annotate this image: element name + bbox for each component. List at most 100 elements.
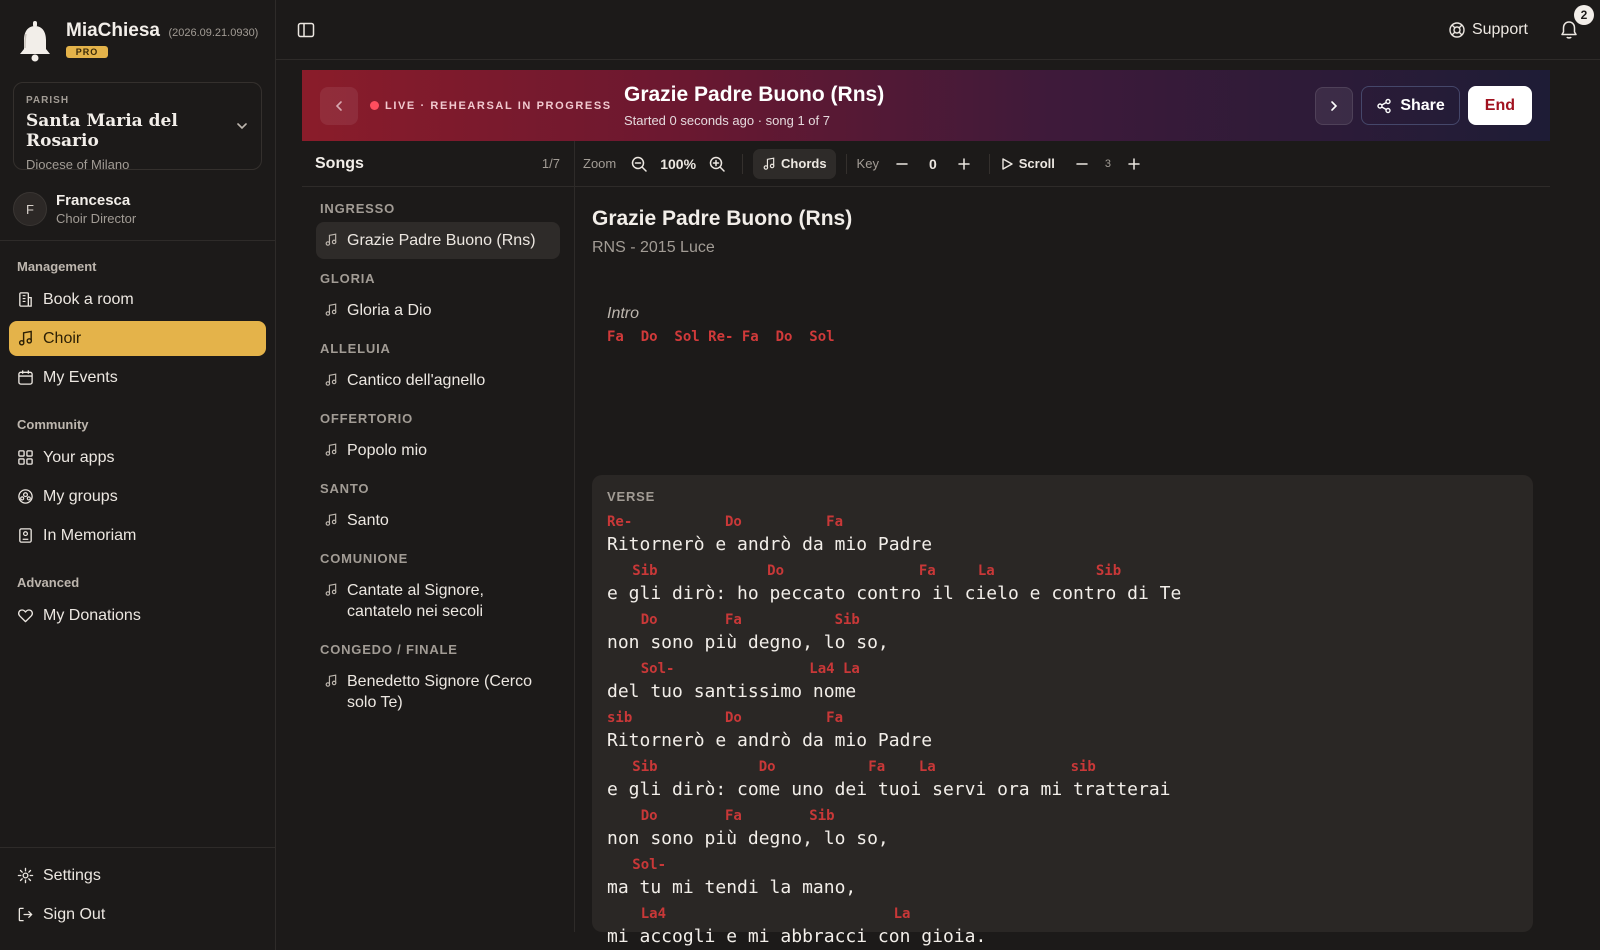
song-group-heading: SANTO [320, 481, 370, 496]
sidebar-toggle-icon[interactable] [296, 20, 316, 40]
nav-item-in-memoriam[interactable]: In Memoriam [9, 518, 266, 553]
chevron-right-icon [1331, 100, 1338, 111]
key-down-icon[interactable] [893, 155, 911, 173]
songs-header: Songs 1/7 [302, 141, 574, 187]
share-button[interactable]: Share [1361, 86, 1460, 125]
parish-name: Santa Maria del Rosario [26, 111, 178, 151]
lifebuoy-icon [1449, 21, 1465, 38]
scroll-speed-down-icon[interactable] [1073, 155, 1091, 173]
nav-label: My Donations [43, 606, 141, 624]
lyric-line: non sono più degno, lo so, [607, 828, 889, 849]
nav-heading-advanced: Advanced [17, 575, 80, 590]
app-version: (2026.09.21.0930) [168, 27, 259, 39]
zoom-label: Zoom [583, 156, 617, 171]
song-group-heading: COMUNIONE [320, 551, 409, 566]
zoom-value: 100% [660, 155, 697, 172]
live-song-title: Grazie Padre Buono (Rns) [624, 83, 885, 106]
chord-line: Sib Do Fa La sib [607, 759, 1096, 775]
music-note-icon [325, 233, 337, 246]
song-list-item[interactable]: Cantate al Signore, cantatelo nei secoli [316, 572, 560, 630]
lyric-line: ma tu mi tendi la mano, [607, 877, 857, 898]
nav-heading-community: Community [17, 417, 89, 432]
scroll-speed-up-icon[interactable] [1125, 155, 1143, 173]
user-profile[interactable]: F Francesca Choir Director [0, 170, 275, 241]
chords-toggle-button[interactable]: Chords [753, 148, 836, 179]
nav-item-my-events[interactable]: My Events [9, 360, 266, 395]
sheet-toolbar: Zoom 100% Chords Key 0 Scroll 3 [575, 141, 1550, 187]
song-title: Santo [347, 512, 389, 529]
song-group-heading: GLORIA [320, 271, 376, 286]
notifications-button[interactable]: 2 [1558, 4, 1594, 41]
verse-lines: Re- Do Fa Ritornerò e andrò da mio Padre … [607, 514, 1518, 950]
song-list-item[interactable]: Popolo mio [316, 432, 560, 469]
previous-song-button[interactable] [320, 86, 358, 125]
user-role: Choir Director [56, 211, 137, 226]
song-list-item[interactable]: Cantico dell'agnello [316, 362, 560, 399]
live-dot-icon [370, 101, 379, 110]
music-note-icon [18, 330, 33, 346]
heart-icon [18, 609, 33, 623]
songs-list: INGRESSO Grazie Padre Buono (Rns) GLORIA Gl… [302, 187, 574, 731]
song-title: Cantate al Signore, cantatelo nei secoli [347, 582, 484, 620]
song-list-item[interactable]: Grazie Padre Buono (Rns) [316, 222, 560, 259]
intro-chords: Fa Do Sol Re- Fa Do Sol [607, 329, 835, 345]
chord-line: Sib Do Fa La Sib [607, 563, 1122, 579]
share-label: Share [1400, 96, 1445, 114]
nav-label: Sign Out [43, 905, 106, 923]
live-status-text: LIVE · REHEARSAL IN PROGRESS [385, 99, 612, 112]
chord-line: Sol- La4 La [607, 661, 860, 677]
songs-pane: Songs 1/7 INGRESSO Grazie Padre Buono (Rn… [302, 141, 575, 932]
live-session-banner: LIVE · REHEARSAL IN PROGRESS Grazie Padr… [302, 70, 1550, 141]
song-group-heading: ALLELUIA [320, 341, 391, 356]
nav-label: Choir [43, 329, 82, 347]
key-up-icon[interactable] [955, 155, 973, 173]
calendar-icon [18, 370, 33, 385]
songs-count: 1/7 [541, 156, 560, 171]
lyric-line: non sono più degno, lo so, [607, 632, 889, 653]
song-list-item[interactable]: Gloria a Dio [316, 292, 560, 329]
live-content: Songs 1/7 INGRESSO Grazie Padre Buono (Rn… [302, 141, 1550, 947]
support-button[interactable]: Support [1448, 21, 1528, 39]
intro-section: Intro Fa Do Sol Re- Fa Do Sol [592, 257, 1533, 345]
song-group-heading: CONGEDO / FINALE [320, 642, 458, 657]
song-group-heading: INGRESSO [320, 201, 396, 216]
nav-item-settings[interactable]: Settings [9, 858, 266, 893]
next-song-button[interactable] [1315, 86, 1354, 125]
topbar: Support 2 [276, 0, 1600, 60]
nav-item-choir[interactable]: Choir [9, 321, 266, 356]
chevron-left-icon [335, 100, 342, 111]
lyric-line: del tuo santissimo nome [607, 681, 857, 702]
scroll-label: Scroll [1018, 156, 1055, 171]
lyric-line: e gli dirò: ho peccato contro il cielo e… [607, 583, 1182, 604]
nav-label: In Memoriam [43, 526, 137, 544]
nav-item-my-donations[interactable]: My Donations [9, 598, 266, 633]
lyric-line: Ritornerò e andrò da mio Padre [607, 534, 933, 555]
nav-item-book-a-room[interactable]: Book a room [9, 282, 266, 317]
pro-badge: PRO [66, 46, 108, 58]
nav-item-my-groups[interactable]: My groups [9, 479, 266, 514]
nav-community: Community Your apps My groups In Memoria… [0, 399, 275, 557]
scroll-speed-value: 3 [1104, 157, 1111, 170]
song-list-item[interactable]: Santo [316, 502, 560, 539]
parish-selector[interactable]: PARISH Santa Maria del Rosario Diocese o… [13, 82, 262, 172]
song-list-item[interactable]: Benedetto Signore (Cerco solo Te) [316, 663, 560, 721]
nav-item-your-apps[interactable]: Your apps [9, 440, 266, 475]
intro-label: Intro [607, 305, 640, 322]
nav-advanced: Advanced My Donations [0, 557, 275, 637]
chord-line: sib Do Fa [607, 710, 844, 726]
nav-item-sign-out[interactable]: Sign Out [9, 897, 266, 932]
sheet-subtitle: RNS - 2015 Luce [592, 239, 715, 256]
gear-icon [17, 867, 34, 884]
end-session-button[interactable]: End [1467, 86, 1532, 125]
play-icon [1002, 157, 1013, 170]
music-note-icon [325, 513, 337, 526]
zoom-out-icon[interactable] [630, 155, 648, 173]
chord-line: Do Fa Sib [607, 612, 860, 628]
nav-heading-management: Management [17, 259, 97, 274]
music-note-icon [325, 373, 337, 386]
song-group-heading: OFFERTORIO [320, 411, 413, 426]
autoscroll-button[interactable]: Scroll [1000, 156, 1055, 171]
music-note-icon [325, 443, 337, 456]
zoom-in-icon[interactable] [708, 155, 726, 173]
nav-label: Your apps [43, 448, 115, 466]
